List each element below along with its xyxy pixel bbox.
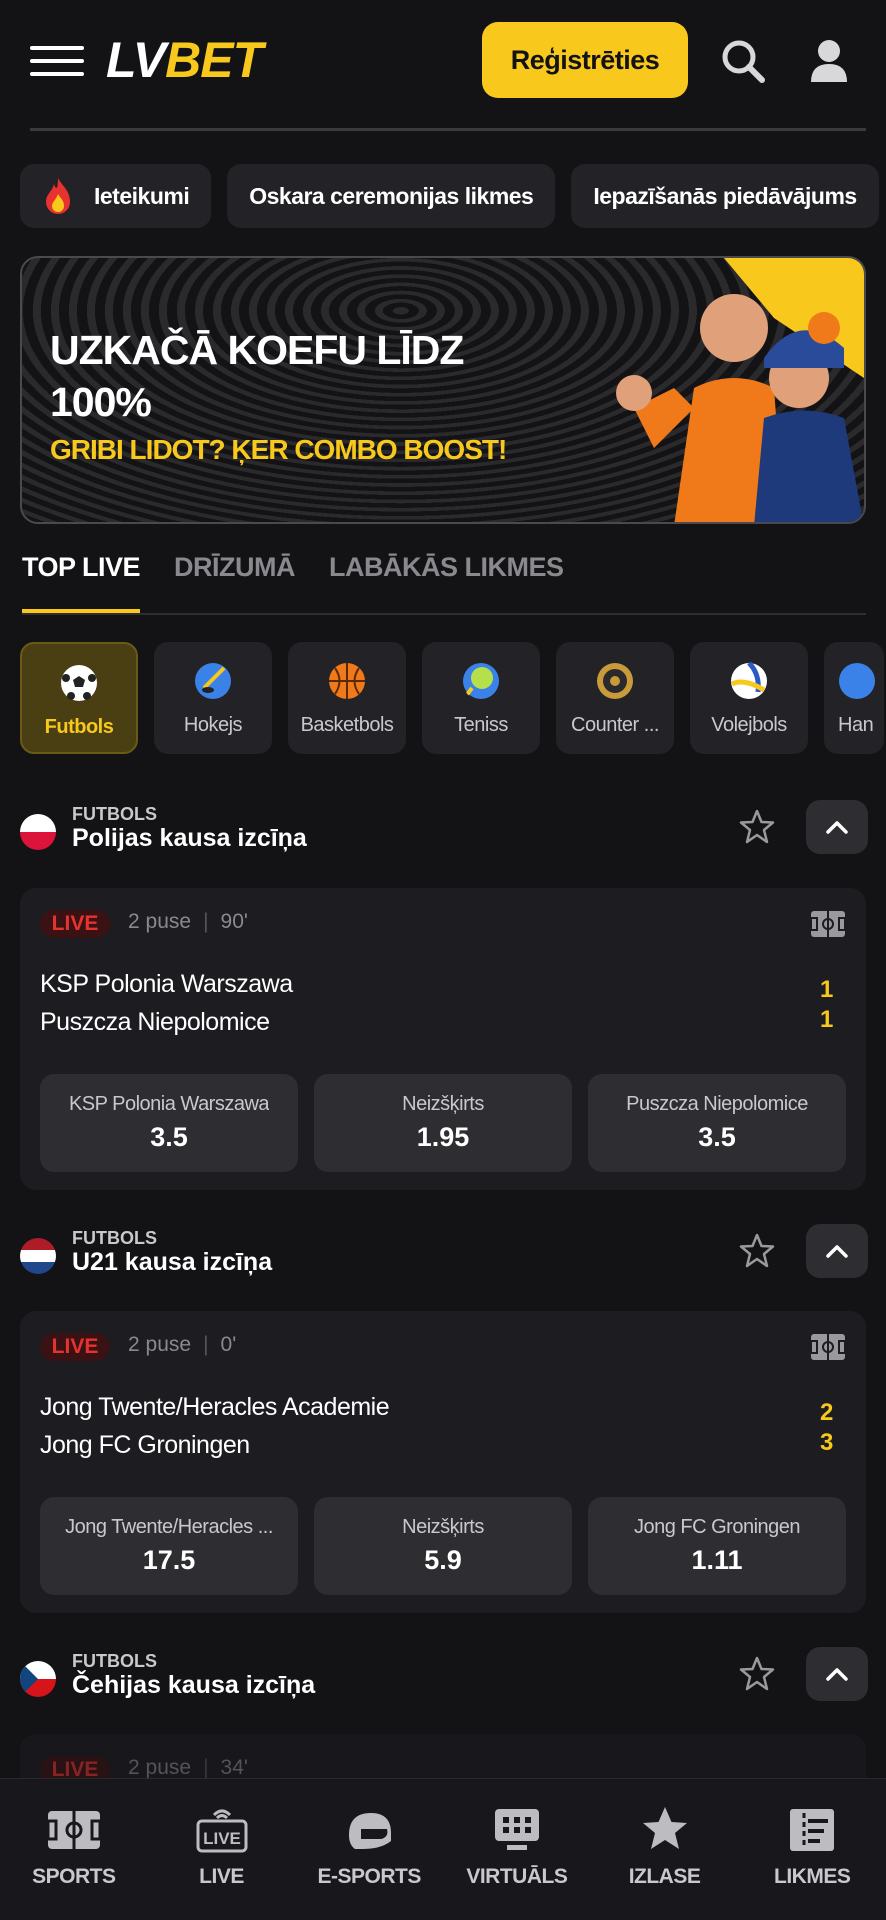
league-category: FUTBOLS: [72, 804, 157, 824]
volleyball-icon: [730, 662, 767, 699]
league-category: FUTBOLS: [72, 1228, 157, 1248]
counter-strike-icon: [597, 663, 633, 699]
menu-icon[interactable]: [30, 46, 84, 76]
football-icon: [61, 665, 97, 701]
nav-esports[interactable]: E-SPORTS: [295, 1779, 443, 1920]
away-score: 3: [820, 1429, 834, 1456]
league-header: FUTBOLS U21 kausa izcīņa: [20, 1224, 868, 1288]
league-header: FUTBOLS Polijas kausa izcīņa: [20, 800, 868, 864]
star-icon: [642, 1807, 687, 1849]
live-tv-icon: LIVE: [196, 1809, 247, 1853]
sport-volleyball[interactable]: Volejbols: [690, 642, 808, 754]
sports-filter: Futbols Hokejs Basketbols Teniss Counter…: [20, 642, 884, 754]
header-divider: [30, 128, 866, 131]
match-period: 2 puse | 0': [128, 1333, 237, 1356]
handball-icon: [839, 663, 875, 699]
banner-subtitle: GRIBI LIDOT? ĶER COMBO BOOST!: [50, 434, 507, 465]
favorite-star-icon[interactable]: [738, 1232, 776, 1270]
nav-bets[interactable]: LIKMES: [738, 1779, 886, 1920]
odds-row: Jong Twente/Heracles ... 17.5 Neizšķirts…: [40, 1497, 846, 1595]
sport-tennis[interactable]: Teniss: [422, 642, 540, 754]
nav-sports[interactable]: SPORTS: [0, 1779, 148, 1920]
tab-best-odds[interactable]: LABĀKĀS LIKMES: [329, 552, 564, 615]
register-button[interactable]: Reģistrēties: [482, 22, 688, 98]
odd-draw-button[interactable]: Neizšķirts 1.95: [314, 1074, 572, 1172]
sport-counter-strike[interactable]: Counter ...: [556, 642, 674, 754]
tabs-divider: [22, 613, 866, 615]
fire-icon: [46, 178, 70, 214]
monitor-icon: [494, 1809, 539, 1850]
sports-field-icon: [46, 1811, 102, 1849]
chip-welcome-offer[interactable]: Iepazīšanās piedāvājums: [571, 164, 879, 228]
sport-handball[interactable]: Han: [824, 642, 884, 754]
hockey-icon: [195, 663, 231, 699]
away-team: Jong FC Groningen: [40, 1431, 250, 1459]
odd-away-button[interactable]: Jong FC Groningen 1.11: [588, 1497, 846, 1595]
match-period: 2 puse | 34': [128, 1756, 248, 1779]
favorite-star-icon[interactable]: [738, 808, 776, 846]
odd-draw-button[interactable]: Neizšķirts 5.9: [314, 1497, 572, 1595]
chevron-up-icon: [826, 1668, 848, 1681]
promo-banner[interactable]: UZKAČĀ KOEFU LĪDZ 100% GRIBI LIDOT? ĶER …: [20, 256, 866, 524]
collapse-button[interactable]: [806, 1224, 868, 1278]
collapse-button[interactable]: [806, 1647, 868, 1701]
league-name: U21 kausa izcīņa: [72, 1248, 273, 1276]
bottom-navigation: SPORTS LIVE LIVE E-SPORTS VIRTUĀLS IZLAS…: [0, 1778, 886, 1920]
odd-home-button[interactable]: KSP Polonia Warszawa 3.5: [40, 1074, 298, 1172]
match-period: 2 puse | 90': [128, 910, 248, 933]
nav-live[interactable]: LIVE LIVE: [148, 1779, 296, 1920]
promo-chips: Ieteikumi Oskara ceremonijas likmes Iepa…: [20, 164, 879, 228]
away-team: Puszcza Niepolomice: [40, 1008, 270, 1036]
league-header: FUTBOLS Čehijas kausa izcīņa: [20, 1647, 868, 1711]
fans-illustration: [616, 258, 864, 522]
away-score: 1: [820, 1006, 834, 1033]
collapse-button[interactable]: [806, 800, 868, 854]
app-header: LVBET Reģistrēties: [0, 0, 886, 120]
league-name: Čehijas kausa izcīņa: [72, 1671, 316, 1699]
sport-football[interactable]: Futbols: [20, 642, 138, 754]
odd-home-button[interactable]: Jong Twente/Heracles ... 17.5: [40, 1497, 298, 1595]
main-tabs: TOP LIVE DRĪZUMĀ LABĀKĀS LIKMES: [22, 552, 564, 615]
netherlands-flag-icon: [20, 1238, 56, 1274]
sport-hockey[interactable]: Hokejs: [154, 642, 272, 754]
home-score: 1: [820, 976, 834, 1003]
field-stats-icon[interactable]: [810, 910, 846, 938]
odd-away-button[interactable]: Puszcza Niepolomice 3.5: [588, 1074, 846, 1172]
chevron-up-icon: [826, 821, 848, 834]
league-name: Polijas kausa izcīņa: [72, 824, 307, 852]
tab-top-live[interactable]: TOP LIVE: [22, 552, 141, 615]
field-stats-icon[interactable]: [810, 1333, 846, 1361]
svg-text:LIVE: LIVE: [203, 1829, 241, 1848]
user-icon[interactable]: [806, 38, 852, 84]
chevron-up-icon: [826, 1245, 848, 1258]
czech-flag-icon: [20, 1661, 56, 1697]
basketball-icon: [329, 663, 365, 699]
nav-favorites[interactable]: IZLASE: [591, 1779, 739, 1920]
chip-oscar-bets[interactable]: Oskara ceremonijas likmes: [227, 164, 556, 228]
match-card[interactable]: LIVE 2 puse | 0' Jong Twente/Heracles Acad…: [20, 1311, 866, 1613]
chip-ieteikumi[interactable]: Ieteikumi: [20, 164, 212, 228]
sport-basketball[interactable]: Basketbols: [288, 642, 406, 754]
esports-helmet-icon: [349, 1813, 392, 1849]
home-score: 2: [820, 1399, 834, 1426]
match-card[interactable]: LIVE 2 puse | 90' KSP Polonia Warszawa Pus…: [20, 888, 866, 1190]
search-icon[interactable]: [720, 38, 766, 84]
poland-flag-icon: [20, 814, 56, 850]
live-badge: LIVE: [40, 910, 110, 938]
tab-upcoming[interactable]: DRĪZUMĀ: [174, 552, 295, 615]
lvbet-logo[interactable]: LVBET: [106, 30, 263, 90]
league-category: FUTBOLS: [72, 1651, 157, 1671]
odds-row: KSP Polonia Warszawa 3.5 Neizšķirts 1.95…: [40, 1074, 846, 1172]
tennis-icon: [463, 663, 499, 699]
home-team: KSP Polonia Warszawa: [40, 970, 293, 998]
live-badge: LIVE: [40, 1333, 110, 1361]
ticket-icon: [790, 1809, 835, 1851]
nav-virtuals[interactable]: VIRTUĀLS: [443, 1779, 591, 1920]
banner-title: UZKAČĀ KOEFU LĪDZ 100%: [50, 327, 464, 425]
favorite-star-icon[interactable]: [738, 1655, 776, 1693]
home-team: Jong Twente/Heracles Academie: [40, 1393, 390, 1421]
